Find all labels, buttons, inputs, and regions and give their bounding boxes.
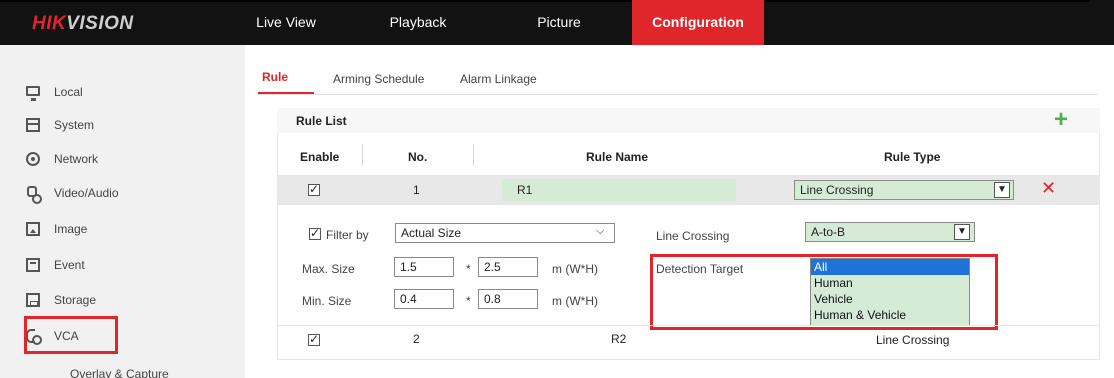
min-size-width-input[interactable]: 0.4 [394, 289, 454, 309]
row-2-number: 2 [413, 332, 420, 346]
sidebar-item-event[interactable]: Event [26, 253, 85, 277]
detection-target-listbox[interactable]: All Human Vehicle Human & Vehicle [810, 258, 970, 326]
sidebar-item-label: Event [54, 258, 85, 272]
sidebar-item-label: Network [54, 152, 99, 166]
nav-playback[interactable]: Playback [373, 0, 463, 45]
nav-live-view[interactable]: Live View [246, 0, 326, 45]
filter-by-checkbox[interactable] [309, 226, 321, 240]
system-icon [26, 118, 40, 132]
column-header-no: No. [408, 150, 428, 164]
sidebar-item-label: Video/Audio [54, 186, 119, 200]
sidebar-item-label: Image [54, 222, 88, 236]
sidebar-item-label: Storage [54, 293, 97, 307]
chevron-down-icon[interactable]: ▼ [994, 182, 1010, 198]
rule-list-title: Rule List [296, 114, 347, 128]
nav-picture[interactable]: Picture [514, 0, 604, 45]
sidebar-item-label: System [54, 118, 95, 132]
max-size-label: Max. Size [302, 262, 355, 276]
row-1-number: 1 [413, 183, 420, 197]
row-2-enable-checkbox[interactable] [308, 332, 320, 346]
sidebar-item-network[interactable]: Network [26, 147, 98, 171]
line-crossing-label: Line Crossing [656, 229, 730, 243]
vca-icon [26, 329, 42, 345]
min-size-unit: m (W*H) [552, 294, 598, 308]
network-icon [26, 152, 40, 166]
line-crossing-direction-select[interactable]: A-to-B [805, 222, 975, 242]
chevron-down-icon[interactable]: ⌵ [596, 225, 604, 238]
monitor-icon [26, 85, 40, 101]
filter-by-select[interactable]: Actual Size [395, 223, 615, 243]
sidebar-item-vca[interactable]: VCA [26, 324, 79, 348]
image-icon [26, 222, 40, 236]
chevron-down-icon[interactable]: ▼ [954, 224, 970, 240]
detection-target-option-human-vehicle[interactable]: Human & Vehicle [811, 307, 969, 323]
detection-target-option-human[interactable]: Human [811, 275, 969, 291]
column-separator [473, 144, 474, 166]
hikvision-logo: HIKVISION [32, 13, 134, 34]
sidebar-item-image[interactable]: Image [26, 217, 87, 241]
detection-target-label: Detection Target [656, 262, 744, 276]
row-1-name-text: R1 [517, 183, 533, 197]
detection-target-option-all[interactable]: All [811, 259, 969, 275]
min-size-height-input[interactable]: 0.8 [478, 289, 538, 309]
sidebar-item-local[interactable]: Local [26, 80, 83, 104]
detection-target-option-vehicle[interactable]: Vehicle [811, 291, 969, 307]
row-1-enable-checkbox[interactable] [308, 182, 320, 196]
sidebar-item-label: Local [54, 85, 83, 99]
tab-divider [258, 94, 1098, 95]
sidebar-item-label: VCA [54, 329, 79, 343]
max-size-height-input[interactable]: 2.5 [478, 257, 538, 277]
tab-rule[interactable]: Rule [262, 70, 288, 84]
sidebar-item-storage[interactable]: Storage [26, 288, 96, 312]
video-audio-icon [26, 186, 42, 204]
delete-rule-icon[interactable]: ✕ [1041, 178, 1056, 199]
sidebar-item-video-audio[interactable]: Video/Audio [26, 181, 119, 205]
column-header-rule-name: Rule Name [586, 150, 649, 164]
column-header-rule-type: Rule Type [884, 150, 941, 164]
min-size-label: Min. Size [302, 294, 352, 308]
max-size-unit: m (W*H) [552, 262, 598, 276]
times-sign: * [466, 294, 471, 308]
tab-arming-schedule[interactable]: Arming Schedule [333, 72, 424, 86]
times-sign: * [466, 262, 471, 276]
nav-configuration[interactable]: Configuration [632, 0, 764, 45]
active-tab-underline [258, 92, 314, 94]
filter-by-label: Filter by [326, 228, 369, 242]
row-2-rule-type-text: Line Crossing [876, 333, 950, 347]
row-1-name-field[interactable] [502, 179, 736, 201]
column-separator [362, 144, 363, 166]
sidebar-item-system[interactable]: System [26, 113, 94, 137]
tab-alarm-linkage[interactable]: Alarm Linkage [460, 72, 537, 86]
sidebar-subitem-overlay-capture[interactable]: Overlay & Capture [70, 367, 169, 378]
max-size-width-input[interactable]: 1.5 [394, 257, 454, 277]
column-header-enable: Enable [300, 150, 340, 164]
event-icon [26, 258, 40, 272]
add-rule-icon[interactable]: + [1054, 108, 1068, 132]
rule-list-header [277, 108, 1100, 133]
table-row[interactable] [277, 325, 1100, 355]
row-1-rule-type-select[interactable]: Line Crossing [794, 180, 1014, 200]
row-2-name-text: R2 [611, 332, 627, 346]
storage-icon [26, 293, 40, 307]
